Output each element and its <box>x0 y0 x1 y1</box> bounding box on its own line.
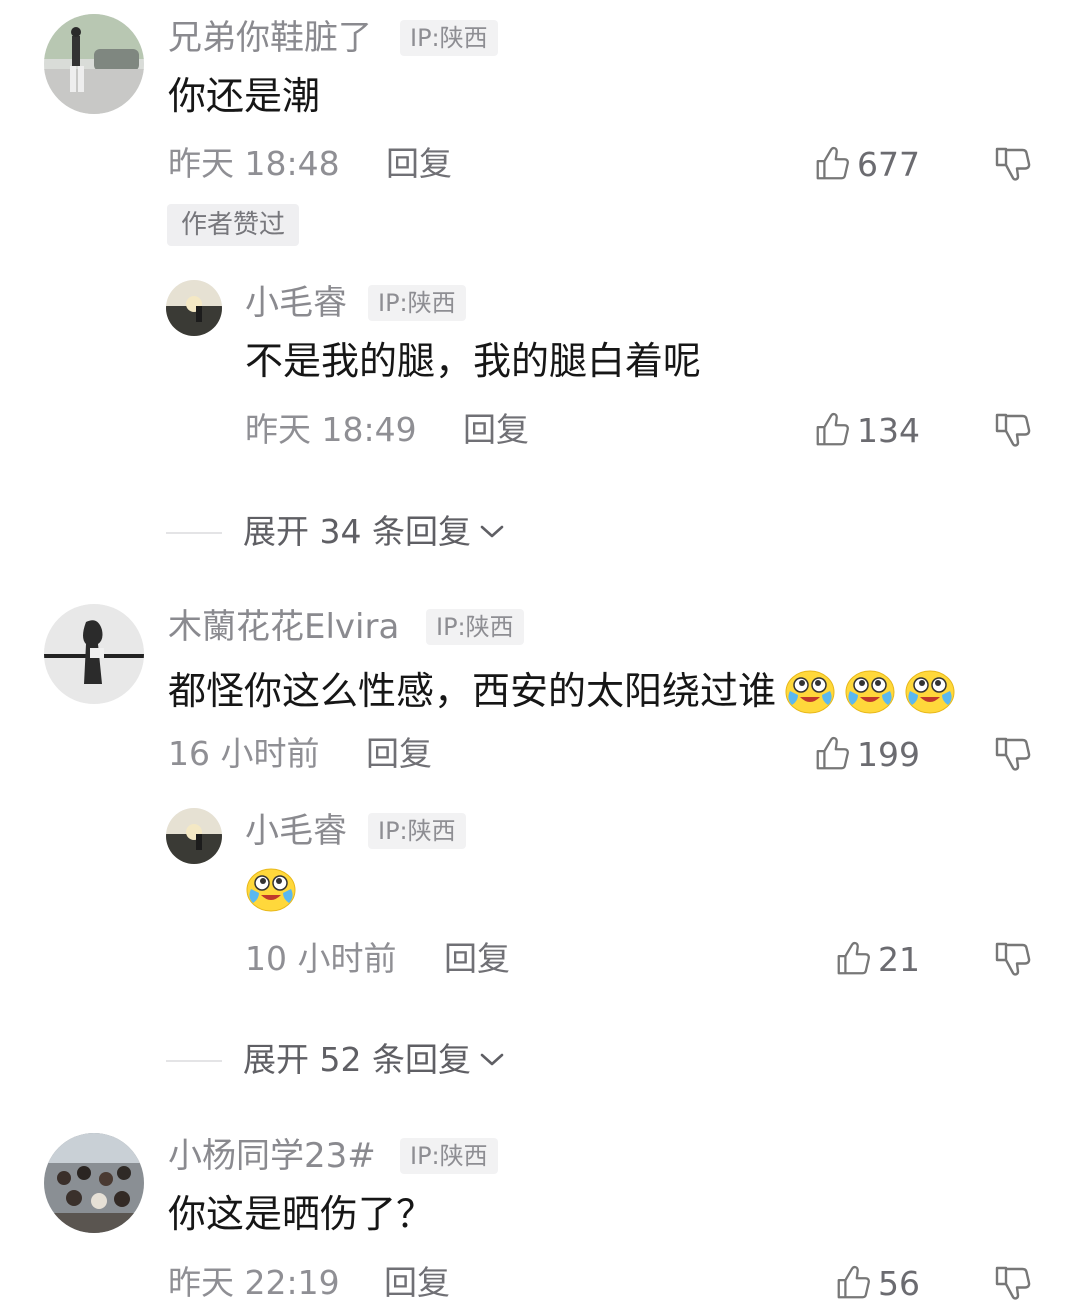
thumbs-down-icon <box>992 1263 1032 1303</box>
expand-replies-label: 展开 34 条回复 <box>243 512 471 551</box>
crying-laugh-emoji <box>245 863 297 915</box>
author-liked-badge: 作者赞过 <box>167 204 300 246</box>
crying-laugh-emoji <box>844 665 896 717</box>
ip-location-badge: IP:陕西 <box>368 813 466 849</box>
crying-laugh-emoji <box>904 665 956 717</box>
username[interactable]: 小杨同学23# <box>168 1139 376 1173</box>
reply-text: 不是我的腿，我的腿白着呢 <box>245 339 702 383</box>
reply-button[interactable]: 回复 <box>386 147 452 180</box>
dislike-button[interactable] <box>992 1263 1032 1303</box>
like-count: 199 <box>857 734 920 774</box>
reply-time: 昨天 18:49 <box>245 410 417 449</box>
like-button[interactable]: 56 <box>780 1263 920 1303</box>
thumbs-up-icon <box>834 940 872 978</box>
comment-text: 都怪你这么性感，西安的太阳绕过谁 <box>168 669 777 713</box>
comment-text: 你还是潮 <box>168 74 321 118</box>
comment-text-row: 都怪你这么性感，西安的太阳绕过谁 <box>168 665 956 717</box>
expand-replies-button[interactable]: 展开 52 条回复 <box>243 1043 507 1076</box>
avatar[interactable] <box>166 280 222 336</box>
dislike-button[interactable] <box>992 734 1032 774</box>
like-count: 134 <box>857 410 920 450</box>
divider <box>166 1060 222 1062</box>
ip-location-badge: IP:陕西 <box>426 609 524 645</box>
expand-replies-button[interactable]: 展开 34 条回复 <box>243 515 507 548</box>
like-count: 56 <box>878 1263 920 1303</box>
avatar[interactable] <box>44 604 144 704</box>
username[interactable]: 小毛睿 <box>245 286 347 320</box>
thumbs-up-icon <box>834 1264 872 1302</box>
comment-time: 16 小时前 <box>168 734 320 773</box>
chevron-down-icon <box>477 1050 507 1070</box>
avatar[interactable] <box>44 1133 144 1233</box>
chevron-down-icon <box>477 522 507 542</box>
reply-button[interactable]: 回复 <box>463 413 529 446</box>
like-count: 21 <box>878 939 920 979</box>
thumbs-down-icon <box>992 939 1032 979</box>
reply-text <box>245 863 297 915</box>
reply-time: 10 小时前 <box>245 939 397 978</box>
reply-button[interactable]: 回复 <box>384 1266 450 1299</box>
reply-button[interactable]: 回复 <box>366 737 432 770</box>
reply-button[interactable]: 回复 <box>444 942 510 975</box>
dislike-button[interactable] <box>992 144 1032 184</box>
comment-time: 昨天 18:48 <box>168 144 340 183</box>
username[interactable]: 小毛睿 <box>245 814 347 848</box>
like-button[interactable]: 134 <box>780 410 920 450</box>
thumbs-down-icon <box>992 734 1032 774</box>
dislike-button[interactable] <box>992 410 1032 450</box>
username[interactable]: 兄弟你鞋脏了 <box>168 21 372 55</box>
like-button[interactable]: 677 <box>780 144 920 184</box>
expand-replies-label: 展开 52 条回复 <box>243 1040 471 1079</box>
like-button[interactable]: 199 <box>780 734 920 774</box>
thumbs-up-icon <box>813 145 851 183</box>
thumbs-down-icon <box>992 410 1032 450</box>
comment-time: 昨天 22:19 <box>168 1263 340 1302</box>
ip-location-badge: IP:陕西 <box>400 20 498 56</box>
comment-list: 兄弟你鞋脏了 IP:陕西 你还是潮 昨天 18:48 回复 677 作者赞过 小… <box>0 0 1080 1314</box>
ip-location-badge: IP:陕西 <box>368 285 466 321</box>
thumbs-up-icon <box>813 411 851 449</box>
crying-laugh-emoji <box>784 665 836 717</box>
username[interactable]: 木蘭花花Elvira <box>168 610 399 644</box>
like-count: 677 <box>857 144 920 184</box>
like-button[interactable]: 21 <box>780 939 920 979</box>
dislike-button[interactable] <box>992 939 1032 979</box>
thumbs-up-icon <box>813 735 851 773</box>
divider <box>166 532 222 534</box>
ip-location-badge: IP:陕西 <box>400 1138 498 1174</box>
avatar[interactable] <box>166 808 222 864</box>
thumbs-down-icon <box>992 144 1032 184</box>
avatar[interactable] <box>44 14 144 114</box>
comment-text: 你这是晒伤了？ <box>168 1192 435 1236</box>
